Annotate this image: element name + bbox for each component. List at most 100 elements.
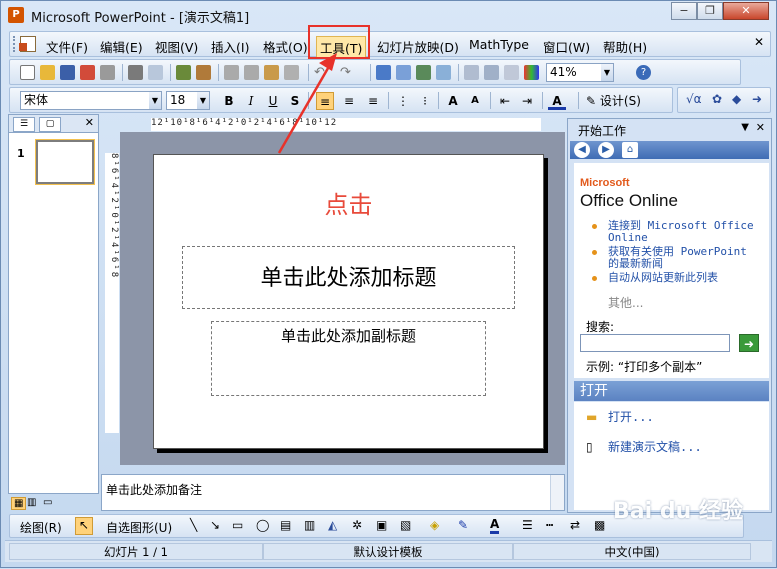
redo-icon[interactable]: ↷ [340, 65, 355, 80]
draw-menu-button[interactable]: 绘图(R) [20, 519, 62, 536]
font-size-select[interactable]: 18 ▼ [166, 91, 210, 110]
insert-hyperlink-icon[interactable] [436, 65, 451, 80]
menu-insert[interactable]: 插入(I) [208, 36, 252, 57]
link-connect-office-online[interactable]: 连接到 Microsoft Office Online [608, 220, 758, 244]
vertical-textbox-icon[interactable]: ▥ [304, 518, 315, 532]
bold-button[interactable]: B [220, 92, 238, 110]
arrow-icon[interactable]: ↘ [210, 518, 220, 532]
subtitle-placeholder[interactable]: 单击此处添加副标题 [211, 321, 486, 396]
research-icon[interactable] [196, 65, 211, 80]
copy-icon[interactable] [244, 65, 259, 80]
arrow-left-icon[interactable]: ◆ [732, 92, 741, 106]
font-color-button[interactable]: A [548, 92, 566, 110]
autoshapes-menu-button[interactable]: 自选图形(U) [106, 519, 172, 536]
show-grid-icon[interactable] [504, 65, 519, 80]
powerpoint-app-icon[interactable]: P [8, 7, 24, 23]
link-open[interactable]: 打开... [608, 411, 654, 423]
chevron-down-icon[interactable]: ▼ [197, 92, 209, 109]
document-menu-icon[interactable] [19, 36, 36, 52]
decrease-indent-button[interactable]: ⇤ [496, 92, 514, 110]
save-icon[interactable] [60, 65, 75, 80]
menu-mathtype[interactable]: MathType [466, 36, 532, 53]
numbering-button[interactable]: ⋮ [394, 92, 412, 110]
insert-table-icon[interactable] [396, 65, 411, 80]
undo-icon[interactable]: ↶ [314, 65, 329, 80]
minimize-button[interactable]: − [671, 2, 697, 20]
shadow-button[interactable]: S [286, 92, 304, 110]
tables-borders-icon[interactable] [416, 65, 431, 80]
permission-icon[interactable] [80, 65, 95, 80]
link-new-presentation[interactable]: 新建演示文稿... [608, 441, 702, 453]
diagram-icon[interactable]: ✲ [352, 518, 362, 532]
rectangle-icon[interactable]: ▭ [232, 518, 243, 532]
textbox-icon[interactable]: ▤ [280, 518, 291, 532]
mathtype-icon[interactable]: √α [686, 92, 702, 106]
cut-icon[interactable] [224, 65, 239, 80]
link-latest-news[interactable]: 获取有关使用 PowerPoint 的最新新闻 [608, 246, 758, 270]
format-painter-icon[interactable] [284, 65, 299, 80]
menu-view[interactable]: 视图(V) [152, 36, 201, 57]
align-right-button[interactable]: ≡ [364, 92, 382, 110]
line-style-icon[interactable]: ☰ [522, 518, 533, 532]
link-more[interactable]: 其他... [608, 294, 643, 311]
line-icon[interactable]: ╲ [190, 518, 197, 532]
chevron-down-icon[interactable]: ▼ [149, 92, 161, 109]
increase-indent-button[interactable]: ⇥ [518, 92, 536, 110]
menu-file[interactable]: 文件(F) [43, 36, 91, 57]
align-left-button[interactable]: ≡ [316, 92, 334, 110]
tab-outline[interactable]: ☰ [13, 117, 35, 132]
print-preview-icon[interactable] [148, 65, 163, 80]
design-button[interactable]: ✎ 设计(S) [586, 92, 641, 109]
slide-thumbnail[interactable] [35, 139, 95, 185]
home-icon[interactable]: ⌂ [622, 142, 638, 158]
slide-sorter-button[interactable]: ▥ [27, 497, 36, 508]
slideshow-button[interactable]: ▭ [43, 497, 52, 508]
clipart-icon[interactable]: ▣ [376, 518, 387, 532]
arrow-right-icon[interactable]: ➜ [752, 92, 762, 106]
print-icon[interactable] [128, 65, 143, 80]
menu-help[interactable]: 帮助(H) [600, 36, 650, 57]
arrow-style-icon[interactable]: ⇄ [570, 518, 580, 532]
bullets-button[interactable]: ⁝ [416, 92, 434, 110]
oval-icon[interactable]: ◯ [256, 518, 269, 532]
spelling-icon[interactable] [176, 65, 191, 80]
search-input[interactable] [580, 334, 730, 352]
menu-edit[interactable]: 编辑(E) [97, 36, 146, 57]
open-icon[interactable] [40, 65, 55, 80]
chevron-down-icon[interactable]: ▼ [601, 64, 613, 81]
decrease-font-button[interactable]: A [466, 92, 484, 110]
zoom-select[interactable]: 41% ▼ [546, 63, 614, 82]
link-auto-update[interactable]: 自动从网站更新此列表 [608, 272, 768, 284]
menu-format[interactable]: 格式(O) [260, 36, 311, 57]
italic-button[interactable]: I [242, 92, 260, 110]
tab-slides[interactable]: ▢ [39, 117, 61, 132]
toolbar-grip[interactable] [13, 36, 16, 52]
wordart-icon[interactable]: ◭ [328, 518, 337, 532]
close-icon[interactable]: ✕ [85, 116, 94, 129]
shadow-style-icon[interactable]: ▩ [594, 518, 605, 532]
email-icon[interactable] [100, 65, 115, 80]
maximize-button[interactable]: ❐ [697, 2, 723, 20]
back-icon[interactable]: ◀ [574, 142, 590, 158]
slide[interactable]: 点击 单击此处添加标题 单击此处添加副标题 [153, 154, 544, 449]
color-grayscale-icon[interactable] [524, 65, 539, 80]
menu-close-doc-icon[interactable]: ✕ [754, 35, 764, 49]
notes-scrollbar[interactable] [550, 475, 564, 510]
menu-window[interactable]: 窗口(W) [540, 36, 593, 57]
notes-pane[interactable]: 单击此处添加备注 [101, 474, 565, 511]
normal-view-button[interactable]: ▦ [11, 497, 27, 510]
fill-color-icon[interactable]: ◈ [430, 518, 439, 532]
line-color-icon[interactable]: ✎ [458, 518, 468, 532]
draw-font-color-icon[interactable]: A [490, 517, 500, 534]
dash-style-icon[interactable]: ┅ [546, 518, 553, 532]
help-icon[interactable]: ? [636, 65, 651, 80]
new-icon[interactable] [20, 65, 35, 80]
close-button[interactable]: ✕ [723, 2, 769, 20]
menu-slideshow[interactable]: 幻灯片放映(D) [374, 36, 462, 57]
select-objects-icon[interactable]: ↖ [75, 517, 93, 535]
align-center-button[interactable]: ≡ [340, 92, 358, 110]
title-placeholder[interactable]: 单击此处添加标题 [182, 246, 515, 309]
show-formatting-icon[interactable] [484, 65, 499, 80]
mathtype-inline-icon[interactable]: ✿ [712, 92, 722, 106]
expand-all-icon[interactable] [464, 65, 479, 80]
